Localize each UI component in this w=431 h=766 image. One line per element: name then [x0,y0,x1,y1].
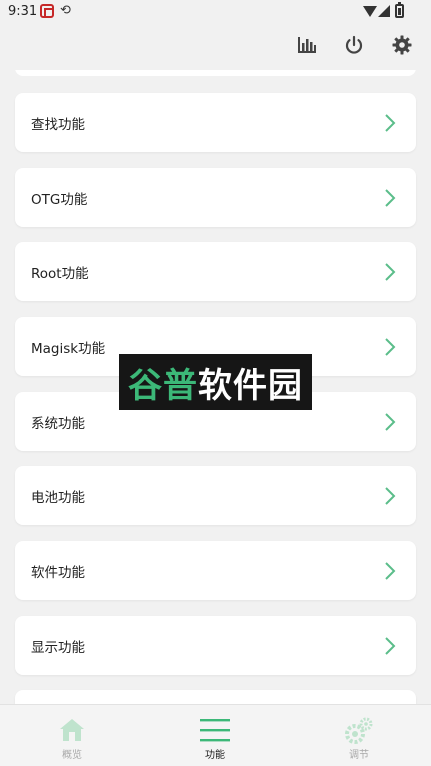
app-bar [0,24,431,70]
nav-label: 功能 [205,750,225,761]
chevron-right-icon [385,113,396,132]
app-screen: 9:31 ⟲ 查找功能 OTG功能 Root功能 Magisk功能 系统功能 电… [0,0,431,766]
chevron-right-icon [385,188,396,207]
watermark-logo: 谷普 软件园 [119,354,312,410]
gears-icon [345,717,373,744]
list-item-label: 电池功能 [31,489,85,506]
wifi-icon [363,6,377,17]
chevron-right-icon [385,561,396,580]
chevron-right-icon [385,412,396,431]
nav-label: 概览 [62,750,82,761]
battery-icon [395,2,404,18]
settings-icon[interactable] [391,34,413,56]
stats-icon[interactable] [296,34,318,56]
nav-item-overview[interactable]: 概览 [0,705,144,766]
list-item-label: Root功能 [31,265,89,282]
nav-item-tuning[interactable]: 调节 [287,705,431,766]
chevron-right-icon [385,262,396,281]
list-item-search[interactable]: 查找功能 [15,93,416,152]
menu-icon [200,719,230,742]
status-time: 9:31 [8,4,38,19]
signal-icon [378,5,390,17]
list-item-partial[interactable] [15,690,416,704]
list-item-partial[interactable] [15,70,416,76]
list-item-label: OTG功能 [31,191,88,208]
chevron-right-icon [385,486,396,505]
watermark-text-white: 软件园 [198,365,303,406]
app-notification-icon [40,4,54,18]
power-icon[interactable] [343,34,365,56]
sync-icon: ⟲ [60,3,71,18]
nav-item-functions[interactable]: 功能 [143,705,287,766]
list-item-label: Magisk功能 [31,340,106,357]
nav-label: 调节 [349,750,369,761]
list-item-otg[interactable]: OTG功能 [15,168,416,227]
home-icon [60,719,84,741]
list-item-software[interactable]: 软件功能 [15,541,416,600]
list-item-label: 查找功能 [31,116,85,133]
list-item-label: 系统功能 [31,415,85,432]
list-item-battery[interactable]: 电池功能 [15,466,416,525]
status-bar: 9:31 ⟲ [0,0,431,24]
chevron-right-icon [385,636,396,655]
list-item-label: 显示功能 [31,639,85,656]
list-item-root[interactable]: Root功能 [15,242,416,301]
bottom-navigation: 概览 功能 调节 [0,704,431,766]
watermark-text-green: 谷普 [128,365,198,406]
chevron-right-icon [385,337,396,356]
list-item-label: 软件功能 [31,564,85,581]
list-item-display[interactable]: 显示功能 [15,616,416,675]
